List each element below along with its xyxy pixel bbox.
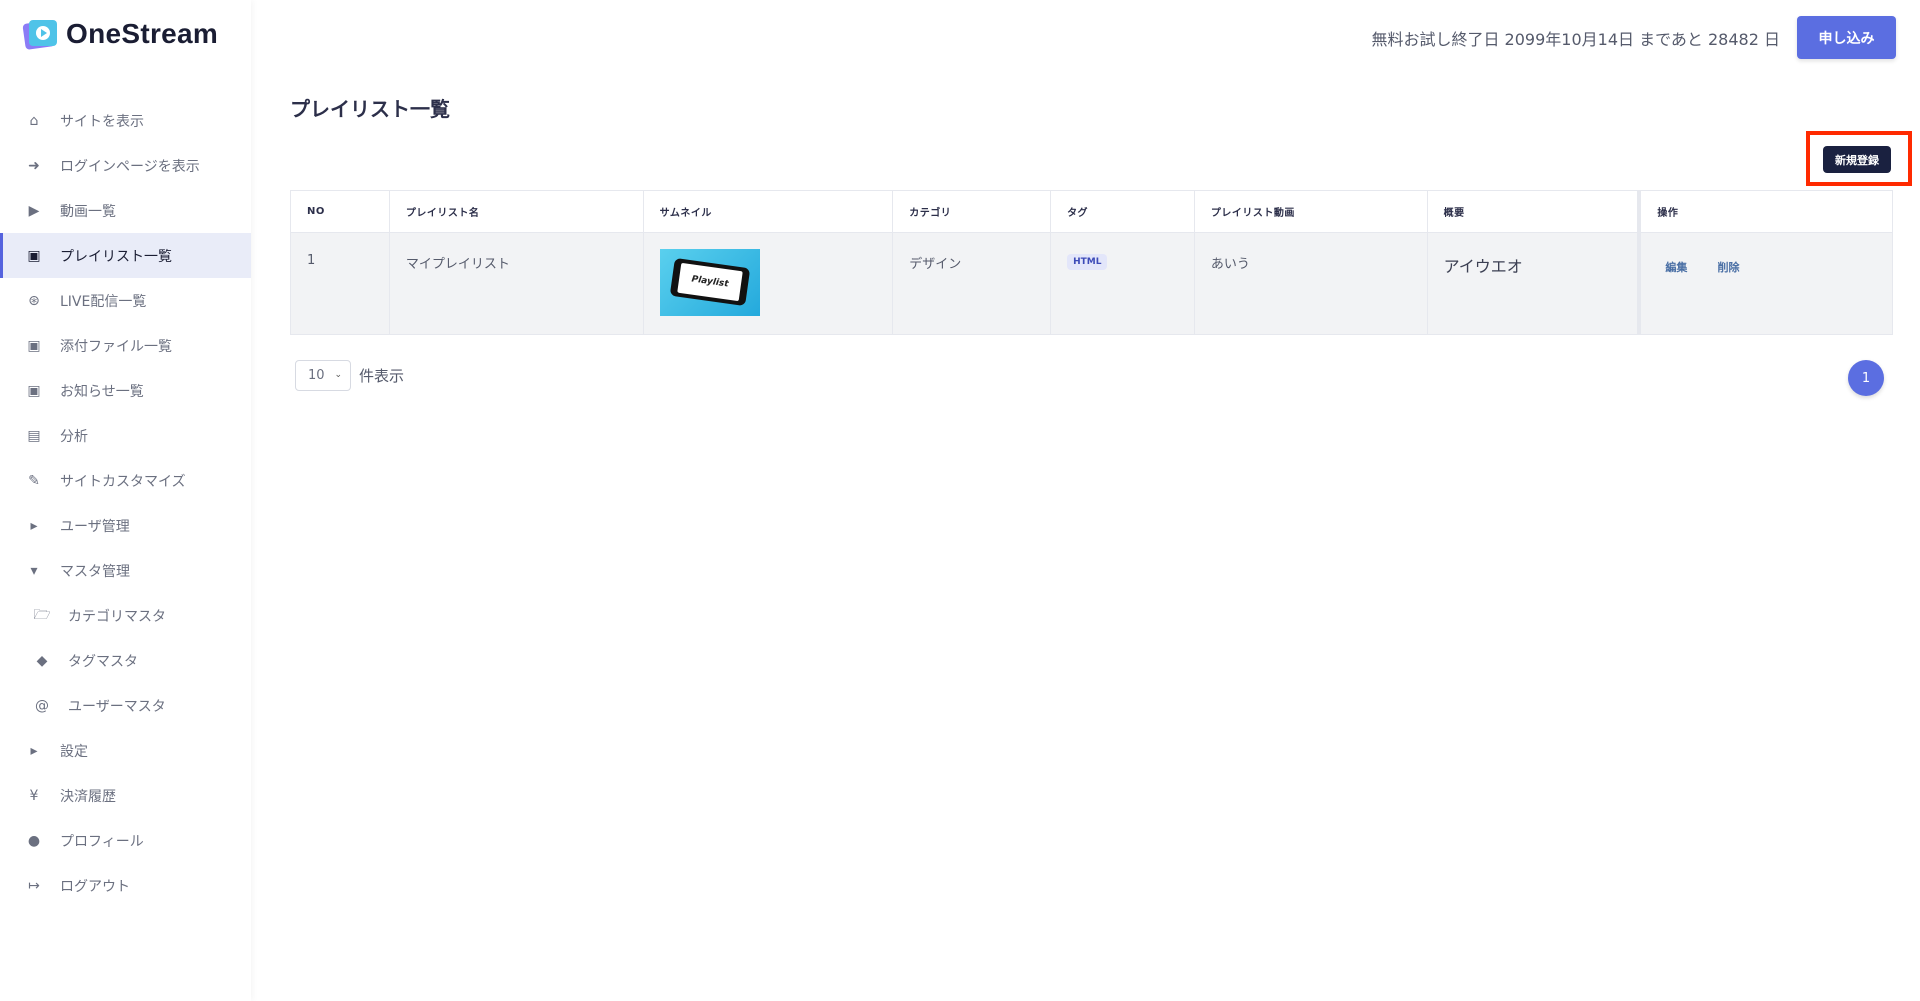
sidebar-item-label: 分析 [60, 428, 88, 445]
per-page-control: 10 ⌄ 件表示 [295, 360, 404, 391]
thumbnail-text: Playlist [676, 262, 743, 302]
sidebar-item-view-site[interactable]: ⌂ サイトを表示 [0, 98, 251, 143]
tags-icon: ◆ [36, 652, 48, 669]
cell-videos: あいう [1195, 233, 1428, 334]
cell-category: デザイン [893, 233, 1052, 334]
sidebar-item-tag-master[interactable]: ◆ タグマスタ [0, 638, 251, 683]
images-icon: ▣ [27, 247, 41, 264]
broadcast-icon: ⊛ [28, 292, 40, 309]
new-register-button[interactable]: 新規登録 [1823, 146, 1891, 173]
sidebar-item-label: ログインページを表示 [60, 158, 200, 175]
yen-icon: ¥ [29, 787, 39, 804]
table-header: NO プレイリスト名 サムネイル カテゴリ タグ プレイリスト動画 概要 操作 [291, 191, 1892, 233]
column-header-category[interactable]: カテゴリ [893, 191, 1052, 232]
sidebar-item-videos[interactable]: ▶ 動画一覧 [0, 188, 251, 233]
column-header-actions: 操作 [1638, 191, 1892, 232]
sidebar-item-analytics[interactable]: ▤ 分析 [0, 413, 251, 458]
user-circle-icon: ● [27, 832, 41, 849]
caret-right-icon: ▸ [30, 517, 38, 534]
cell-actions: 編集 削除 [1638, 233, 1892, 334]
column-header-tag[interactable]: タグ [1051, 191, 1195, 232]
sidebar-item-playlists[interactable]: ▣ プレイリスト一覧 [0, 233, 251, 278]
sidebar-item-label: カテゴリマスタ [68, 608, 166, 625]
column-header-summary[interactable]: 概要 [1428, 191, 1639, 232]
sign-in-icon: ➜ [28, 157, 40, 174]
logo-icon [22, 18, 58, 50]
page-title: プレイリスト一覧 [290, 97, 450, 121]
trial-status-text: 無料お試し終了日 2099年10月14日 まであと 28482 日 [1371, 30, 1780, 49]
playlist-table: NO プレイリスト名 サムネイル カテゴリ タグ プレイリスト動画 概要 操作 … [290, 190, 1893, 335]
cell-no: 1 [291, 233, 390, 334]
column-header-name[interactable]: プレイリスト名 [390, 191, 644, 232]
images-icon: ▣ [27, 337, 41, 354]
pagination-page-1[interactable]: 1 [1848, 360, 1884, 396]
sidebar-item-label: ユーザ管理 [60, 518, 130, 535]
cell-thumbnail: Playlist [644, 233, 894, 334]
sidebar-item-label: ログアウト [60, 878, 130, 895]
column-header-thumbnail[interactable]: サムネイル [644, 191, 894, 232]
sidebar-item-payment-history[interactable]: ¥ 決済履歴 [0, 773, 251, 818]
sidebar-item-label: 添付ファイル一覧 [60, 338, 172, 355]
sidebar-item-logout[interactable]: ↦ ログアウト [0, 863, 251, 908]
sidebar-nav: ⌂ サイトを表示 ➜ ログインページを表示 ▶ 動画一覧 ▣ プレイリスト一覧 … [0, 98, 251, 908]
sidebar-item-label: サイトを表示 [60, 113, 144, 130]
sidebar-item-notices[interactable]: ▣ お知らせ一覧 [0, 368, 251, 413]
video-icon: ▶ [28, 202, 40, 219]
cell-tag: HTML [1051, 233, 1195, 334]
edit-button[interactable]: 編集 [1657, 255, 1695, 279]
at-icon: @ [35, 697, 49, 714]
sidebar-item-label: ユーザーマスタ [68, 698, 166, 715]
sidebar-item-user-master[interactable]: @ ユーザーマスタ [0, 683, 251, 728]
table-row: 1 マイプレイリスト Playlist デザイン HTML あいう アイウエオ … [291, 233, 1892, 334]
delete-button[interactable]: 削除 [1709, 255, 1747, 279]
logo[interactable]: OneStream [22, 16, 219, 52]
sidebar-item-label: プレイリスト一覧 [60, 248, 172, 265]
images-icon: ▣ [27, 382, 41, 399]
folder-icon: 🗁 [33, 606, 51, 623]
sidebar-item-label: 設定 [60, 743, 88, 760]
brand-name: OneStream [66, 18, 219, 49]
sidebar-item-category-master[interactable]: 🗁 カテゴリマスタ [0, 593, 251, 638]
sidebar-item-customize[interactable]: ✎ サイトカスタマイズ [0, 458, 251, 503]
per-page-label: 件表示 [359, 367, 405, 385]
sidebar-item-profile[interactable]: ● プロフィール [0, 818, 251, 863]
edit-icon: ✎ [28, 472, 40, 489]
home-icon: ⌂ [29, 112, 39, 129]
sidebar-item-label: タグマスタ [68, 653, 138, 670]
sign-out-icon: ↦ [28, 877, 40, 894]
sidebar-item-label: 決済履歴 [60, 788, 116, 805]
phone-illustration: Playlist [669, 257, 750, 307]
sidebar-item-attachments[interactable]: ▣ 添付ファイル一覧 [0, 323, 251, 368]
sidebar-item-view-login[interactable]: ➜ ログインページを表示 [0, 143, 251, 188]
sidebar-item-label: お知らせ一覧 [60, 383, 144, 400]
playlist-thumbnail: Playlist [659, 249, 760, 316]
caret-down-icon: ▾ [30, 562, 38, 579]
cell-summary: アイウエオ [1428, 233, 1639, 334]
sidebar-item-live[interactable]: ⊛ LIVE配信一覧 [0, 278, 251, 323]
sidebar-item-label: 動画一覧 [60, 203, 116, 220]
per-page-value: 10 [308, 368, 325, 383]
sidebar-item-label: LIVE配信一覧 [60, 293, 147, 310]
sidebar-item-master-management[interactable]: ▾ マスタ管理 [0, 548, 251, 593]
sidebar-item-label: マスタ管理 [60, 563, 130, 580]
sidebar-item-label: プロフィール [60, 833, 144, 850]
column-header-no[interactable]: NO [291, 191, 390, 232]
sidebar-item-label: サイトカスタマイズ [60, 473, 186, 490]
apply-button[interactable]: 申し込み [1797, 16, 1896, 59]
sidebar-item-user-management[interactable]: ▸ ユーザ管理 [0, 503, 251, 548]
cell-name: マイプレイリスト [390, 233, 644, 334]
chart-icon: ▤ [27, 427, 41, 444]
per-page-select[interactable]: 10 ⌄ [295, 360, 351, 391]
chevron-down-icon: ⌄ [334, 370, 342, 380]
column-header-videos[interactable]: プレイリスト動画 [1195, 191, 1428, 232]
sidebar-item-settings[interactable]: ▸ 設定 [0, 728, 251, 773]
sidebar: OneStream ⌂ サイトを表示 ➜ ログインページを表示 ▶ 動画一覧 ▣… [0, 0, 251, 1001]
caret-right-icon: ▸ [30, 742, 38, 759]
tag-badge: HTML [1067, 254, 1108, 270]
